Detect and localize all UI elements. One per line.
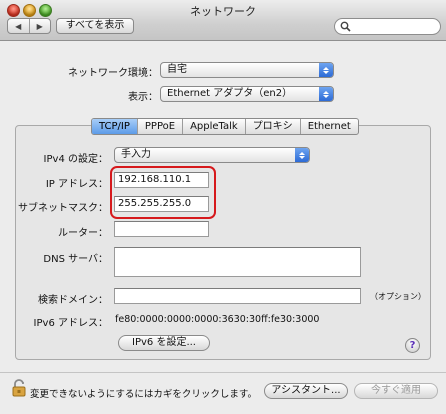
tab-ethernet[interactable]: Ethernet <box>301 119 358 134</box>
window-title: ネットワーク <box>190 5 256 18</box>
apply-now-button[interactable]: 今すぐ適用 <box>354 383 438 399</box>
ip-address-label: IP アドレス： <box>45 179 108 190</box>
show-popup[interactable]: Ethernet アダプタ（en2） <box>160 86 334 102</box>
router-label: ルーター： <box>58 228 108 239</box>
ipv6-address-label: IPv6 アドレス： <box>33 318 108 329</box>
assistant-button[interactable]: アシスタント... <box>264 383 348 399</box>
optional-hint: （オプション） <box>370 292 426 301</box>
search-field[interactable] <box>334 18 441 35</box>
search-domains-field[interactable] <box>114 288 361 304</box>
search-icon <box>340 21 351 32</box>
location-value: 自宅 <box>167 64 187 75</box>
location-label: ネットワーク環境： <box>68 68 158 79</box>
ipv4-config-value: 手入力 <box>121 149 151 160</box>
back-forward-control: ◀ ▶ <box>7 18 51 34</box>
popup-arrows-icon <box>295 148 309 162</box>
tab-appletalk[interactable]: AppleTalk <box>183 119 246 134</box>
location-popup[interactable]: 自宅 <box>160 62 334 78</box>
ipv6-address-value: fe80:0000:0000:0000:3630:30ff:fe30:3000 <box>115 314 320 325</box>
tab-proxy[interactable]: プロキシ <box>246 119 301 134</box>
ipv4-config-label: IPv4 の設定： <box>43 154 108 165</box>
subnet-mask-label: サブネットマスク： <box>18 203 108 214</box>
lock-instruction-text: 変更できないようにするにはカギをクリックします。 <box>30 389 257 400</box>
forward-arrow-icon[interactable]: ▶ <box>30 19 51 33</box>
ipv4-config-popup[interactable]: 手入力 <box>114 147 310 163</box>
dns-server-label: DNS サーバ： <box>43 254 108 265</box>
help-icon[interactable]: ? <box>405 338 420 353</box>
footer-divider <box>0 372 446 373</box>
red-highlight-box <box>110 166 216 219</box>
configure-ipv6-button[interactable]: IPv6 を設定... <box>118 335 210 351</box>
show-label: 表示： <box>128 92 158 103</box>
tab-tcpip[interactable]: TCP/IP <box>92 119 138 134</box>
show-all-button[interactable]: すべてを表示 <box>56 18 134 34</box>
popup-arrows-icon <box>319 63 333 77</box>
dns-server-field[interactable] <box>114 247 361 277</box>
search-domains-label: 検索ドメイン： <box>38 295 108 306</box>
tab-bar: TCP/IP PPPoE AppleTalk プロキシ Ethernet <box>91 118 359 135</box>
router-field[interactable] <box>114 221 209 237</box>
tab-pppoe[interactable]: PPPoE <box>138 119 184 134</box>
lock-icon[interactable] <box>12 379 26 397</box>
show-value: Ethernet アダプタ（en2） <box>167 88 293 99</box>
popup-arrows-icon <box>319 87 333 101</box>
back-arrow-icon[interactable]: ◀ <box>8 19 30 33</box>
